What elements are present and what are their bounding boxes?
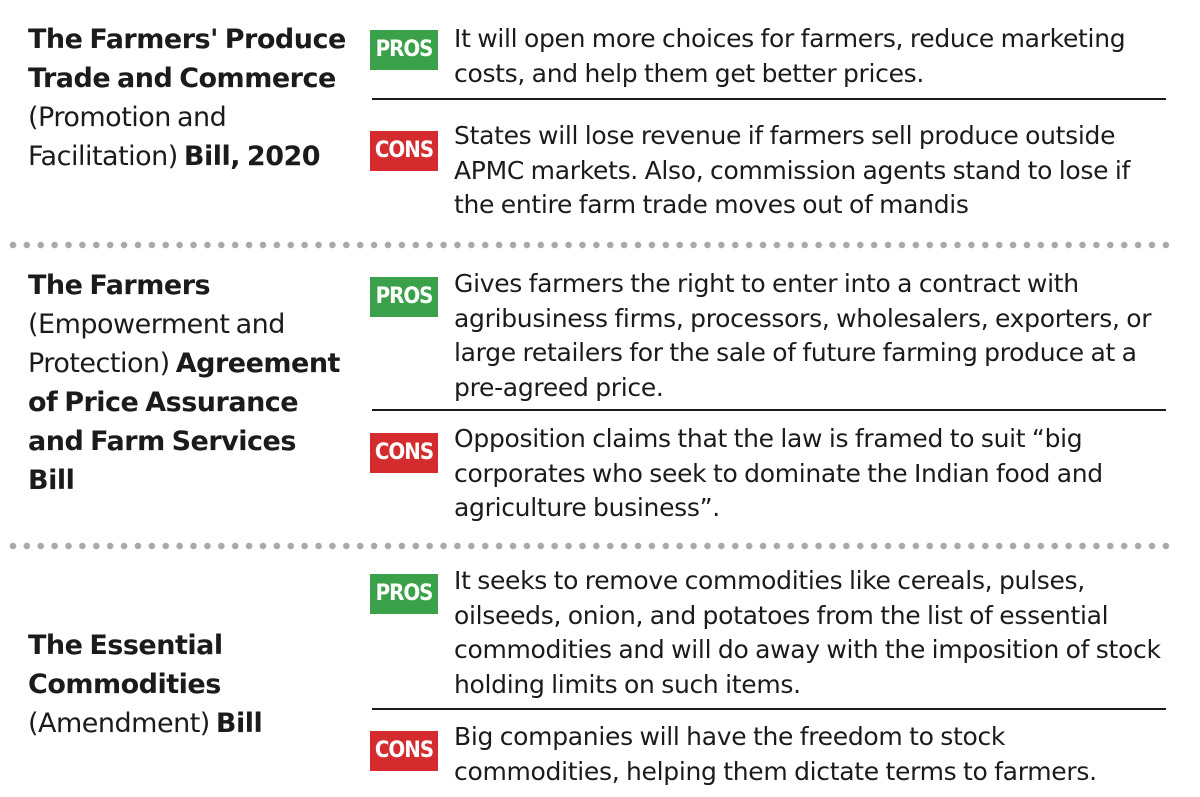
divider-line bbox=[372, 98, 1166, 100]
pros-text: Gives farmers the right to enter into a … bbox=[454, 269, 1152, 402]
pros-badge: PROS bbox=[370, 574, 438, 614]
bill-title-bold: The Farmers bbox=[28, 270, 211, 301]
bill-title: The Farmers' Produce Trade and Commerce … bbox=[28, 20, 348, 176]
bill-title-bold: The Essential Commodities bbox=[28, 630, 223, 700]
bill-title: The Farmers (Empowerment and Protection)… bbox=[28, 266, 348, 500]
cons-text: States will lose revenue if farmers sell… bbox=[454, 121, 1131, 219]
bill-title-bold: Bill, 2020 bbox=[183, 141, 321, 172]
cons-badge: CONS bbox=[370, 433, 438, 473]
pros-badge: PROS bbox=[370, 30, 438, 70]
cons-badge: CONS bbox=[370, 731, 438, 771]
cons-badge: CONS bbox=[370, 131, 438, 171]
cons-text: Big companies will have the freedom to s… bbox=[454, 722, 1097, 786]
divider-line bbox=[372, 708, 1166, 710]
bill-title-light: (Amendment) bbox=[28, 708, 216, 739]
bill-title-bold: The Farmers' Produce Trade and Commerce bbox=[28, 24, 346, 94]
dotted-separator bbox=[6, 241, 1176, 249]
bill-title: The Essential Commodities (Amendment) Bi… bbox=[28, 626, 348, 743]
bill-title-bold: Bill bbox=[215, 708, 263, 739]
dotted-separator bbox=[6, 542, 1176, 550]
cons-text: Opposition claims that the law is framed… bbox=[454, 424, 1103, 522]
pros-text: It seeks to remove commodities like cere… bbox=[454, 566, 1161, 699]
divider-line bbox=[372, 409, 1166, 411]
pros-badge: PROS bbox=[370, 277, 438, 317]
pros-text: It will open more choices for farmers, r… bbox=[454, 24, 1126, 88]
